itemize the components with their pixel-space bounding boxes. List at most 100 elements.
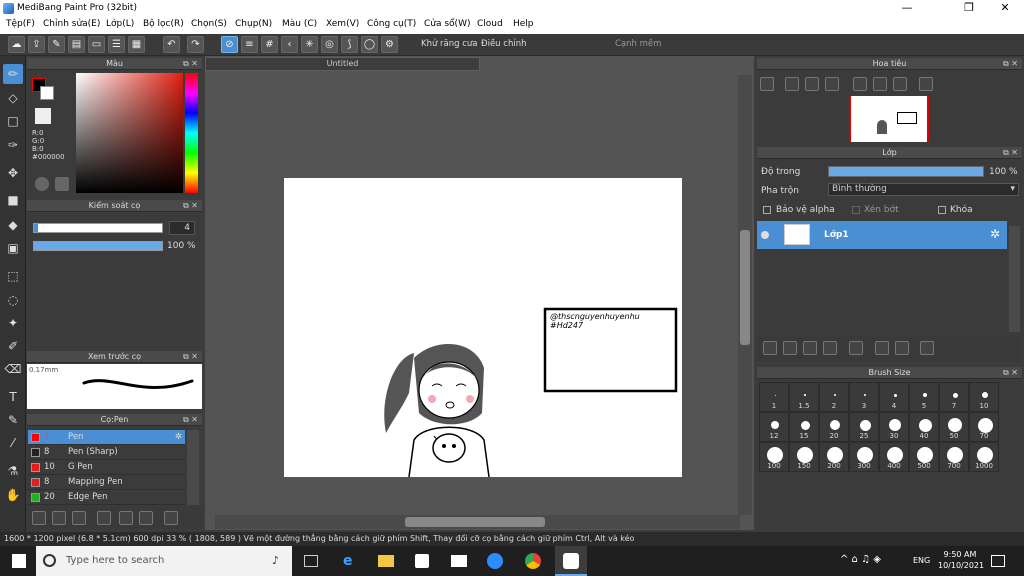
brush-size-cell[interactable]: 1000 — [969, 442, 999, 472]
merge-layer-icon[interactable] — [895, 341, 909, 355]
taskbar-search[interactable]: Type here to search ♪ — [36, 546, 292, 576]
list-icon[interactable]: ☰ — [108, 36, 125, 53]
menu-filter[interactable]: Bộ lọc(R) — [143, 19, 184, 29]
panel-close-icon[interactable]: ⧉ ✕ — [183, 414, 198, 426]
pen-item-edge-pen[interactable]: 20 Edge Pen — [28, 490, 185, 505]
zoom-in-icon[interactable] — [785, 77, 799, 91]
new-8bit-layer-icon[interactable] — [803, 341, 817, 355]
snap-off-icon[interactable]: ⊘ — [221, 36, 238, 53]
dot-tool-icon[interactable]: □ — [3, 111, 23, 131]
shape-tool-icon[interactable]: ■ — [3, 190, 23, 210]
divide-tool-icon[interactable]: ⁄ — [3, 433, 23, 453]
brush-size-cell[interactable]: 3 — [849, 382, 879, 412]
brush-size-cell[interactable]: 7 — [939, 382, 969, 412]
brush-size-cell[interactable]: 300 — [849, 442, 879, 472]
panel-close-icon[interactable]: ⧉ ✕ — [1003, 58, 1018, 70]
menu-cloud[interactable]: Cloud — [477, 19, 503, 29]
color-picker-icon[interactable] — [55, 177, 69, 191]
brush-size-cell[interactable]: 400 — [879, 442, 909, 472]
brush-size-cell[interactable]: 1 — [759, 382, 789, 412]
transparent-color-swatch[interactable] — [35, 108, 51, 124]
menu-file[interactable]: Tệp(F) — [6, 19, 35, 29]
pen-item-mapping-pen[interactable]: 8 Mapping Pen — [28, 475, 185, 490]
flip-icon[interactable] — [919, 77, 933, 91]
brush-opacity-slider[interactable] — [33, 241, 163, 251]
undo-icon[interactable]: ↶ — [163, 36, 180, 53]
brush-tool-icon[interactable]: ✏ — [3, 64, 23, 84]
horizontal-scrollbar[interactable] — [215, 515, 740, 529]
brush-size-cell[interactable]: 150 — [789, 442, 819, 472]
menu-capture[interactable]: Chụp(N) — [235, 19, 272, 29]
document-tab[interactable]: Untitled — [205, 57, 480, 71]
gear-icon[interactable]: ✲ — [175, 430, 182, 444]
duplicate-layer-icon[interactable] — [875, 341, 889, 355]
brush-size-cell[interactable]: 12 — [759, 412, 789, 442]
brush-size-slider[interactable] — [33, 223, 163, 233]
hue-slider[interactable] — [185, 73, 198, 193]
text-tool-icon[interactable]: T — [3, 387, 23, 407]
file-explorer-icon[interactable] — [378, 555, 394, 567]
panel-close-icon[interactable]: ⧉ ✕ — [183, 58, 198, 70]
eye-icon[interactable] — [761, 231, 769, 239]
gradient-tool-icon[interactable]: ▣ — [3, 238, 23, 258]
share-icon[interactable]: ⇪ — [28, 36, 45, 53]
vanishing-snap-icon[interactable]: ‹ — [281, 36, 298, 53]
background-color-swatch[interactable] — [40, 86, 54, 100]
brush-size-cell[interactable]: 10 — [969, 382, 999, 412]
clock[interactable]: 9:50 AM 10/10/2021 — [938, 549, 984, 571]
trash-icon[interactable] — [164, 511, 178, 525]
panel-close-icon[interactable]: ⧉ ✕ — [1003, 367, 1018, 379]
menu-color[interactable]: Màu (C) — [282, 19, 317, 29]
brush-size-cell[interactable]: 70 — [969, 412, 999, 442]
menu-view[interactable]: Xem(V) — [326, 19, 359, 29]
zoom-icon[interactable] — [487, 553, 503, 569]
system-tray-icons[interactable]: ^ ⌂ ♫ ◈ — [840, 554, 881, 565]
lock-checkbox[interactable] — [938, 206, 946, 214]
clipping-checkbox[interactable] — [852, 206, 860, 214]
lasso-tool-icon[interactable]: ◌ — [3, 290, 23, 310]
brush-size-cell[interactable]: 500 — [909, 442, 939, 472]
comment-icon[interactable]: ✎ — [48, 36, 65, 53]
duplicate-icon[interactable] — [139, 511, 153, 525]
taskbar-medibang-active[interactable] — [555, 546, 587, 576]
circle-snap-icon[interactable]: ◎ — [321, 36, 338, 53]
new-halftone-layer-icon[interactable] — [783, 341, 797, 355]
magic-wand-icon[interactable]: ✦ — [3, 313, 23, 333]
brush-size-cell[interactable]: 700 — [939, 442, 969, 472]
pen-item-pen[interactable]: 4 Pen ✲ — [28, 430, 185, 445]
reset-view-icon[interactable] — [873, 77, 887, 91]
new-brush-icon[interactable] — [52, 511, 66, 525]
close-button[interactable]: ✕ — [982, 1, 1024, 16]
trash-icon[interactable] — [920, 341, 934, 355]
transform-tool-icon[interactable]: ✥ — [3, 163, 23, 183]
windows-start-icon[interactable] — [12, 554, 26, 568]
brush-size-cell[interactable]: 50 — [939, 412, 969, 442]
mail-icon[interactable] — [451, 555, 467, 567]
publish-icon[interactable]: ▤ — [68, 36, 85, 53]
protect-alpha-checkbox[interactable] — [763, 206, 771, 214]
panel-close-icon[interactable]: ⧉ ✕ — [183, 200, 198, 212]
layer-scrollbar[interactable] — [1009, 226, 1020, 332]
vertical-scroll-thumb[interactable] — [740, 230, 750, 345]
brush-size-cell[interactable]: 20 — [819, 412, 849, 442]
select-tool-icon[interactable]: ⬚ — [3, 266, 23, 286]
canvas-paper[interactable]: @thscnguyenhuyenhu #Hd247 — [284, 178, 682, 477]
layer-opacity-slider[interactable] — [828, 166, 984, 177]
store-icon[interactable] — [415, 554, 429, 568]
folder-icon[interactable] — [849, 341, 863, 355]
blend-mode-select[interactable]: Bình thường ▾ — [828, 183, 1019, 196]
add-brush-icon[interactable] — [72, 511, 86, 525]
brush-size-cell[interactable]: 5 — [909, 382, 939, 412]
minimize-button[interactable]: — — [884, 1, 930, 16]
brush-size-cell[interactable]: 4 — [879, 382, 909, 412]
brush-size-cell[interactable]: 30 — [879, 412, 909, 442]
copy-brush-icon[interactable] — [97, 511, 111, 525]
notification-icon[interactable] — [991, 555, 1005, 567]
grid-icon[interactable]: ▦ — [128, 36, 145, 53]
folder-icon[interactable] — [119, 511, 133, 525]
ellipse-snap-icon[interactable]: ◯ — [361, 36, 378, 53]
task-view-icon[interactable] — [304, 555, 318, 567]
brush-size-cell[interactable]: 2 — [819, 382, 849, 412]
menu-layer[interactable]: Lớp(L) — [106, 19, 134, 29]
menu-tools[interactable]: Công cụ(T) — [367, 19, 416, 29]
